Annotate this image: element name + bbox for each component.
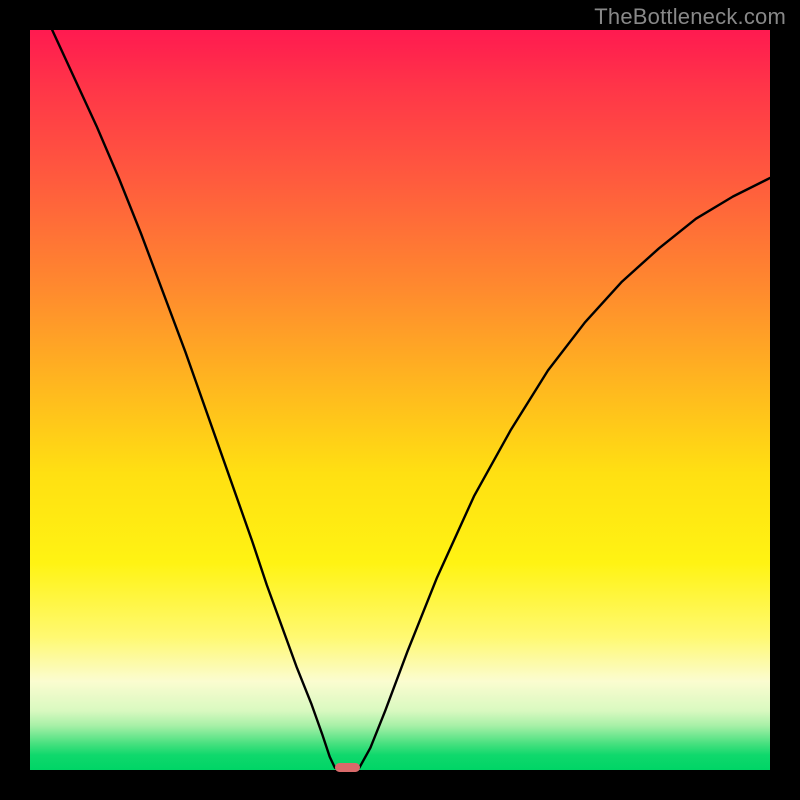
plot-area [30, 30, 770, 770]
curve-left-branch [52, 30, 335, 768]
minimum-marker [335, 763, 360, 772]
chart-frame: TheBottleneck.com [0, 0, 800, 800]
watermark-text: TheBottleneck.com [594, 4, 786, 30]
curve-right-branch [359, 178, 770, 768]
bottleneck-curve [30, 30, 770, 770]
